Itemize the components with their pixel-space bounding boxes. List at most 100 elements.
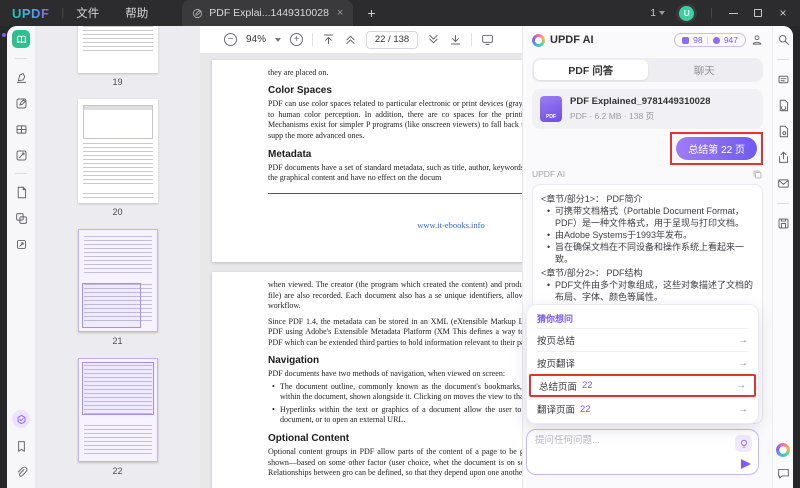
new-tab-button[interactable]: + [367,5,375,21]
divider [471,33,472,46]
doc-refresh-icon[interactable] [777,99,790,112]
divider [15,58,27,59]
ai-panel-title: UPDF AI [550,34,594,46]
viewport-rect [82,283,141,328]
suggestion-translate-by-page[interactable]: 按页翻译 → [537,351,748,374]
tab-pdf-qa[interactable]: PDF 问答 [534,60,648,80]
zoom-out-button[interactable]: − [224,33,237,46]
pdf-text: PDF documents have a set of standard met… [268,163,522,184]
avatar: U [679,6,694,21]
pdf-running-footer: What's in a PDF? [268,197,522,204]
pdf-page-21[interactable]: they are placed on. Color Spaces PDF can… [212,60,522,262]
titlebar-divider: | [710,7,713,19]
previous-pages-icon[interactable] [344,33,357,46]
response-line: <章节/部分2>： PDF结构 [541,267,754,279]
pdf-footer-rule [268,193,522,194]
pdf-heading: Metadata [268,149,522,160]
reader-mode-icon[interactable] [12,30,30,48]
attachment-icon[interactable] [13,464,29,480]
export-doc-icon[interactable] [13,236,29,252]
thumbnail-panel: 19 20 21 22 [35,26,200,488]
bookmark-icon[interactable] [13,438,29,454]
question-input[interactable] [535,435,705,446]
suggestion-summarize-by-page[interactable]: 按页总结 → [537,328,748,351]
tab-close-icon[interactable]: × [337,7,343,19]
suggestion-translate-page-22[interactable]: 翻译页面 22 → [537,397,748,420]
scroll-to-top-icon[interactable] [322,33,335,46]
document-canvas[interactable]: they are placed on. Color Spaces PDF can… [200,54,522,488]
window-count-dropdown[interactable]: 1 [650,7,665,19]
thumbnail-label: 21 [112,336,122,346]
suggestion-summarize-page-22[interactable]: 总结页面 22 → [529,374,756,397]
thumbnail-page-20[interactable] [78,99,158,203]
ai-tabs: PDF 问答 聊天 [532,58,763,82]
private-mode-icon[interactable] [751,34,763,46]
chevron-down-icon [659,11,665,15]
next-pages-icon[interactable] [427,33,440,46]
arrow-right-icon: → [738,404,748,415]
pdf-watermark-link[interactable]: www.it-ebooks.info [268,220,522,230]
ask-box [526,429,759,475]
titlebar-divider: | [61,7,64,19]
chat-quota-icon [713,37,720,44]
send-icon[interactable] [741,459,751,469]
organize-pages-icon[interactable] [13,121,29,137]
annotate-icon[interactable] [13,69,29,85]
file-meta: PDF · 6.2 MB · 138 页 [570,110,710,122]
pdf-page-22[interactable]: when viewed. The creator (the program wh… [212,272,522,488]
thumbnail-page-22[interactable] [78,358,158,462]
divider [312,33,313,46]
right-toolbar [772,26,793,488]
response-line: 由Adobe Systems于1993年发布。 [541,229,754,241]
account-menu[interactable]: U [676,4,697,23]
app-frame: 19 20 21 22 − 94% + [7,26,793,488]
minimize-button[interactable] [726,6,740,20]
document-toolbar: − 94% + [200,26,522,54]
ocr-icon[interactable] [777,73,790,86]
thumbnail-page-21[interactable] [78,229,158,332]
thumbnail-page-19[interactable] [78,26,158,73]
pdf-text: PDF documents have two methods of naviga… [268,369,522,380]
share-icon[interactable] [777,151,790,164]
pdf-file-icon [540,96,562,122]
pdf-heading: Optional Content [268,433,522,444]
divider [777,203,789,204]
search-icon[interactable] [777,33,790,46]
copy-icon[interactable] [752,169,763,180]
zoom-dropdown-icon[interactable] [275,38,281,42]
save-icon[interactable] [777,217,790,230]
zoom-in-button[interactable]: + [290,33,303,46]
close-button[interactable]: × [776,6,790,20]
presentation-mode-icon[interactable] [481,33,494,46]
response-line: PDF文件由多个对象组成，这些对象描述了文档的布局、字体、颜色等属性。 [541,279,754,303]
chat-quota-count: 947 [724,35,738,45]
scroll-to-bottom-icon[interactable] [449,33,462,46]
menu-file[interactable]: 文件 [76,5,99,21]
comment-bubble-icon[interactable] [777,467,790,480]
thumbnail-label: 19 [112,77,122,87]
arrow-right-icon: → [738,335,748,346]
tab-chat[interactable]: 聊天 [648,60,762,80]
titlebar: UPDF | 文件 帮助 PDF Explai...1449310028 × +… [0,0,800,26]
ai-assistant-icon[interactable] [12,410,30,428]
mail-icon[interactable] [777,177,790,190]
suggestions-popup: 猜你想问 按页总结 → 按页翻译 → 总结页面 22 → 翻译页面 22 → [526,304,759,424]
convert-icon[interactable] [13,210,29,226]
prompt-ideas-button[interactable] [735,435,752,452]
crop-pages-icon[interactable] [13,147,29,163]
page-quota-count: 98 [693,35,702,45]
page-number-input[interactable] [366,31,418,49]
maximize-button[interactable] [751,6,765,20]
menu-help[interactable]: 帮助 [125,5,148,21]
updf-ai-icon[interactable] [776,443,790,457]
document-tab-icon [192,8,203,19]
summarize-page-button[interactable]: 总结第 22 页 [676,137,757,160]
document-icon[interactable] [13,184,29,200]
edit-pdf-icon[interactable] [13,95,29,111]
doc-lock-icon[interactable] [777,125,790,138]
file-card[interactable]: PDF Explained_9781449310028 PDF · 6.2 MB… [532,89,763,129]
zoom-level: 94% [246,34,266,45]
notification-dot [2,33,6,37]
suggestions-header: 猜你想问 [537,312,748,325]
document-tab[interactable]: PDF Explai...1449310028 × [182,0,353,26]
